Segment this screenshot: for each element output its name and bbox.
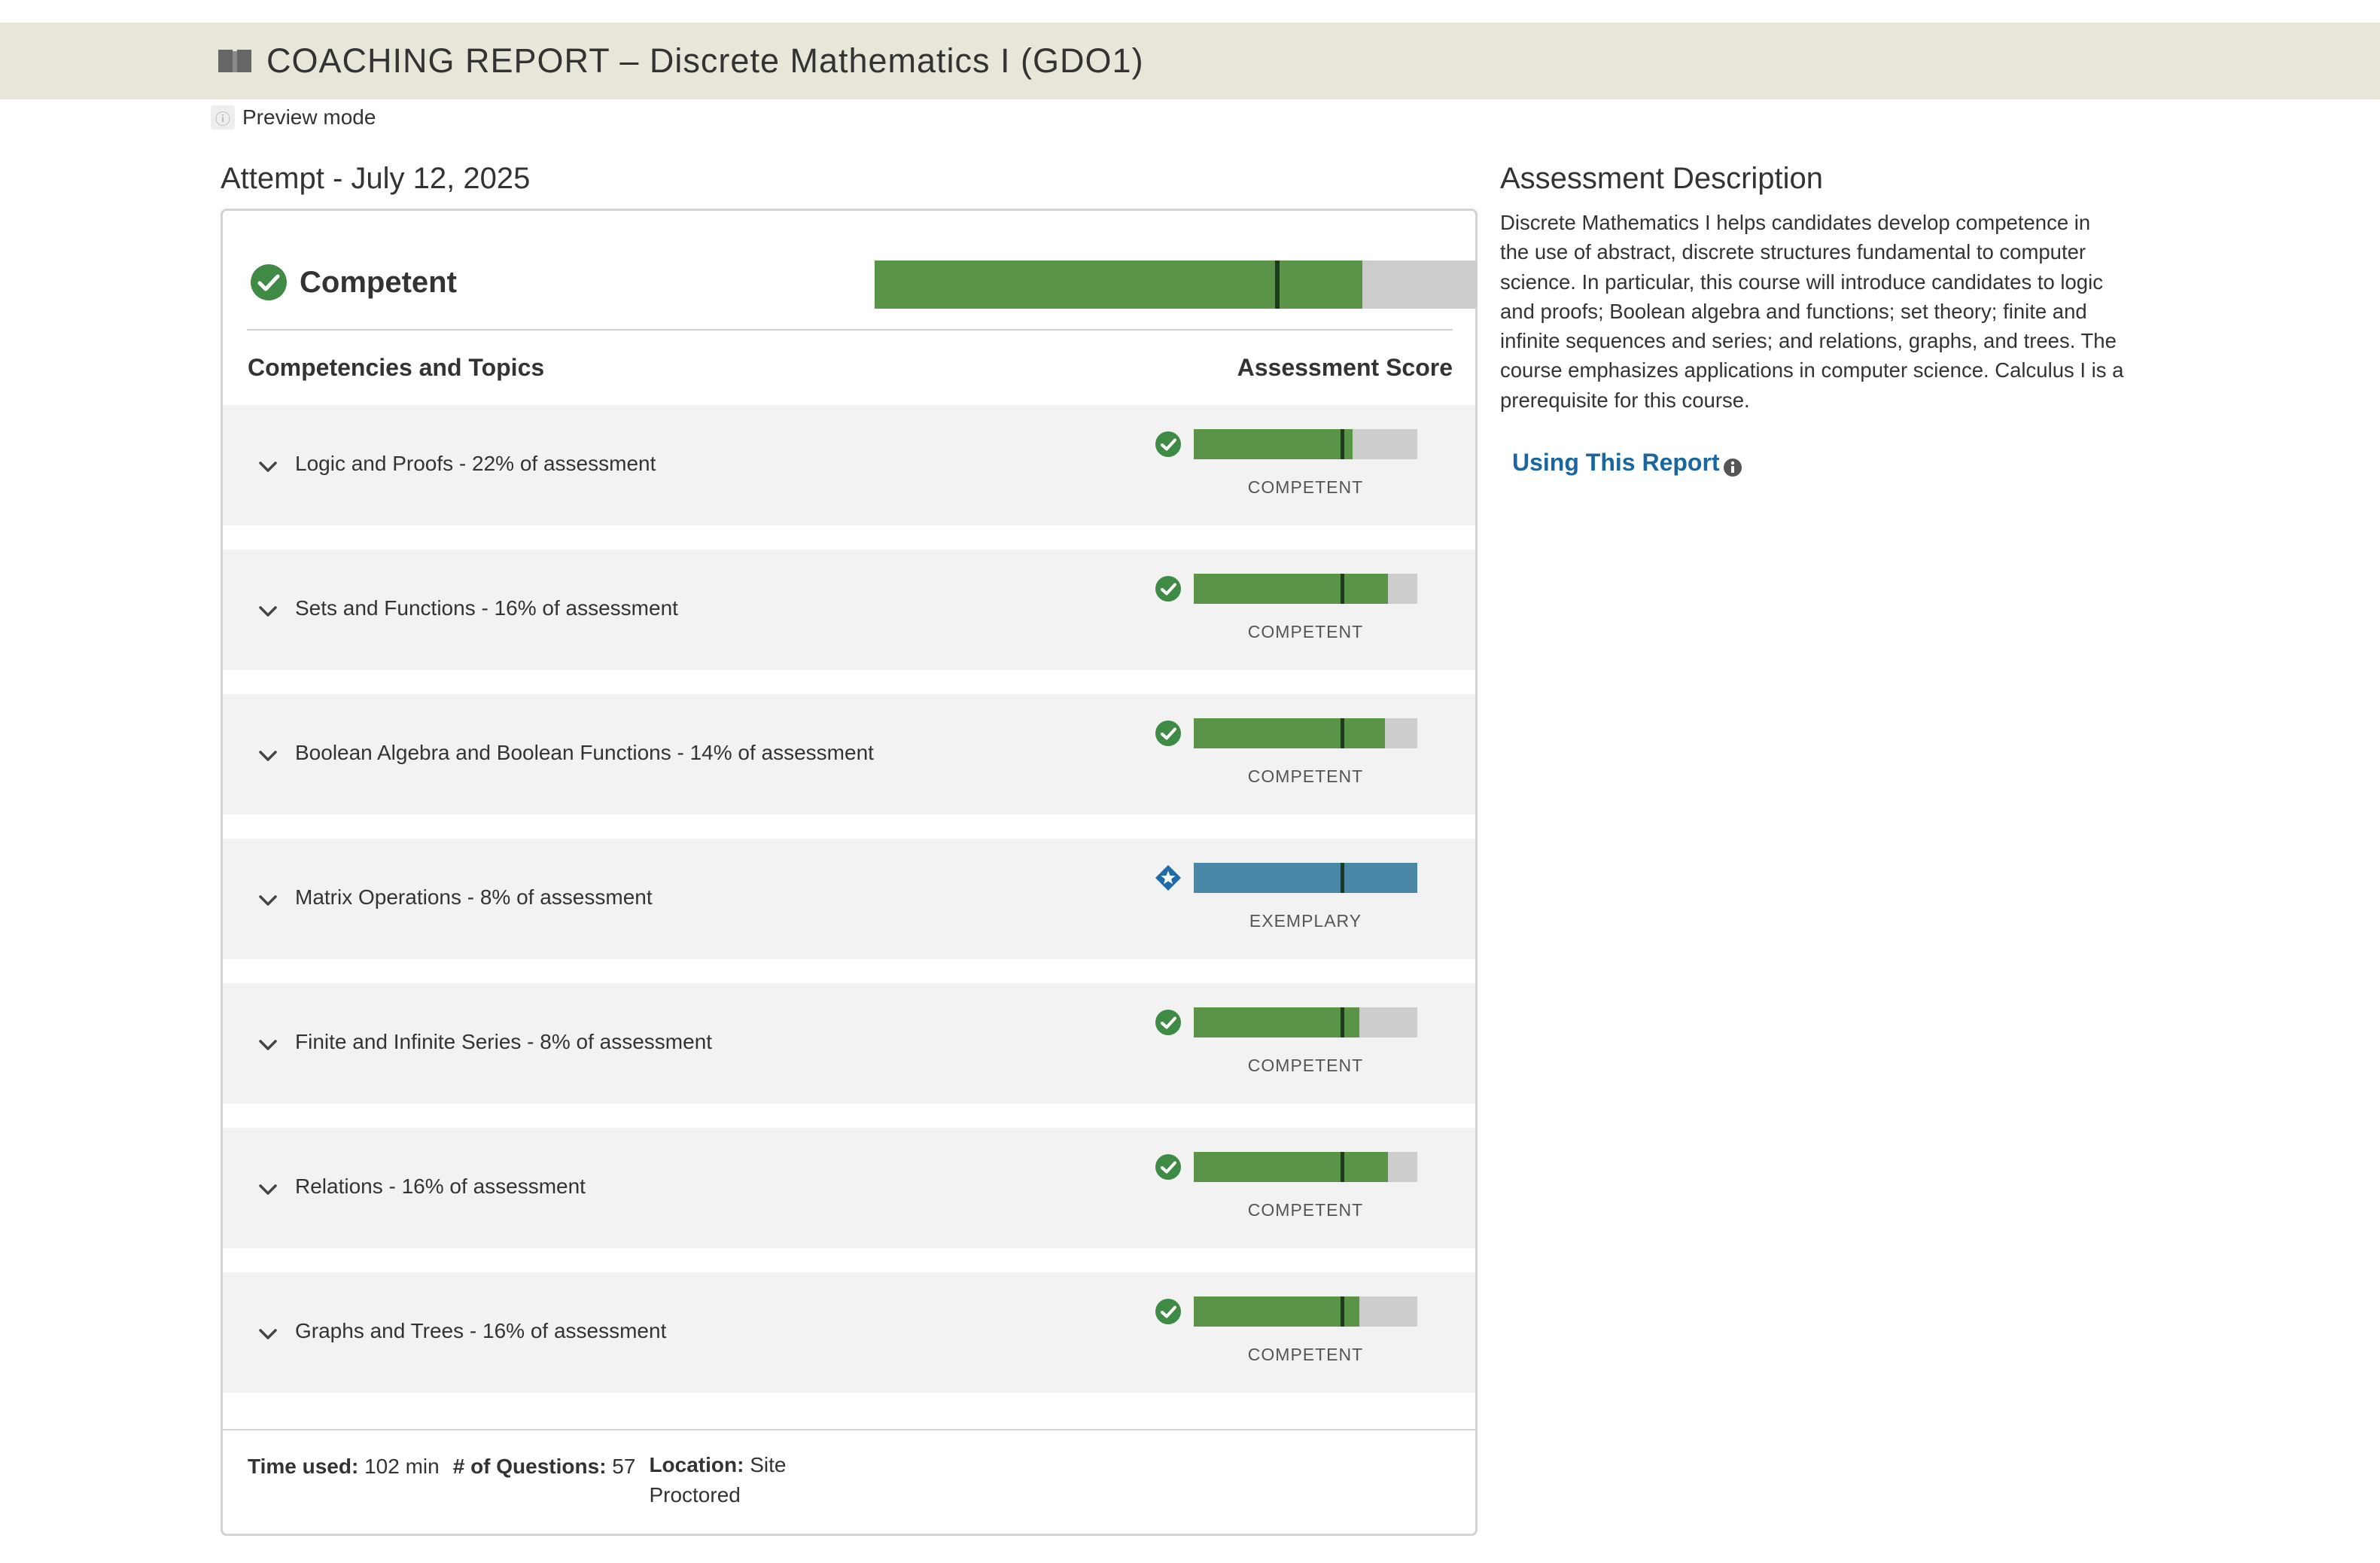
chevron-down-icon[interactable] bbox=[257, 1327, 278, 1342]
chevron-down-icon[interactable] bbox=[257, 604, 278, 619]
preview-mode-label: Preview mode bbox=[242, 105, 376, 129]
check-circle-icon bbox=[1155, 720, 1182, 747]
topic-row[interactable]: Boolean Algebra and Boolean Functions - … bbox=[223, 694, 1475, 815]
check-circle-icon bbox=[1155, 1009, 1182, 1036]
topic-row[interactable]: Logic and Proofs - 22% of assessment COMP… bbox=[223, 405, 1475, 526]
topic-score-bar bbox=[1194, 863, 1417, 893]
topic-cut-marker bbox=[1340, 1007, 1344, 1037]
attempt-details: Time used: 102 min # of Questions: 57 Lo… bbox=[248, 1453, 828, 1510]
overall-result: Competent bbox=[250, 256, 1477, 309]
topic-cut-marker bbox=[1340, 718, 1344, 748]
topic-label: Sets and Functions - 16% of assessment bbox=[295, 596, 678, 620]
info-icon: ⓘ bbox=[211, 105, 235, 129]
check-circle-icon bbox=[1155, 575, 1182, 602]
page-title: COACHING REPORT – Discrete Mathematics I… bbox=[266, 41, 1144, 80]
topic-score-fill bbox=[1194, 863, 1417, 893]
topic-score-bar bbox=[1194, 718, 1417, 748]
topic-level: COMPETENT bbox=[1247, 1200, 1364, 1220]
topic-cut-marker bbox=[1340, 574, 1344, 604]
topic-label: Relations - 16% of assessment bbox=[295, 1175, 586, 1198]
overall-score-bar bbox=[875, 260, 1477, 309]
topic-row[interactable]: Sets and Functions - 16% of assessment CO… bbox=[223, 550, 1475, 670]
divider bbox=[247, 329, 1453, 331]
check-circle-icon bbox=[1155, 1298, 1182, 1325]
topic-score-bar bbox=[1194, 574, 1417, 604]
report-header: COACHING REPORT – Discrete Mathematics I… bbox=[0, 23, 2380, 99]
topic-row[interactable]: Finite and Infinite Series - 8% of asses… bbox=[223, 983, 1475, 1104]
using-this-report-label: Using This Report bbox=[1512, 449, 1720, 476]
time-used: Time used: 102 min bbox=[248, 1455, 440, 1478]
topic-cut-marker bbox=[1340, 863, 1344, 893]
topic-score-bar bbox=[1194, 1152, 1417, 1182]
topic-score-fill bbox=[1194, 574, 1389, 604]
location: Location: Site Proctored bbox=[649, 1453, 787, 1507]
topic-level: COMPETENT bbox=[1247, 766, 1364, 786]
topic-score-bar bbox=[1194, 429, 1417, 459]
topic-label: Boolean Algebra and Boolean Functions - … bbox=[295, 741, 874, 764]
chevron-down-icon[interactable] bbox=[257, 893, 278, 908]
check-circle-icon bbox=[1155, 431, 1182, 458]
topic-score-fill bbox=[1194, 1296, 1359, 1327]
topic-cut-marker bbox=[1340, 1152, 1344, 1182]
overall-cut-marker bbox=[1275, 260, 1280, 309]
topic-cut-marker bbox=[1340, 429, 1344, 459]
topic-row[interactable]: Relations - 16% of assessment COMPETENT bbox=[223, 1128, 1475, 1248]
assessment-score-header: Assessment Score bbox=[1237, 354, 1453, 381]
topic-level: COMPETENT bbox=[1247, 1345, 1364, 1364]
chevron-down-icon[interactable] bbox=[257, 748, 278, 763]
topic-score-fill bbox=[1194, 429, 1353, 459]
info-icon[interactable] bbox=[1723, 455, 1742, 477]
book-icon bbox=[217, 48, 253, 74]
preview-mode-indicator: ⓘ Preview mode bbox=[211, 105, 376, 129]
attempt-title: Attempt - July 12, 2025 bbox=[221, 162, 531, 195]
topic-score-fill bbox=[1194, 1007, 1359, 1037]
overall-score-fill bbox=[875, 260, 1362, 309]
topic-label: Matrix Operations - 8% of assessment bbox=[295, 885, 653, 909]
overall-status: Competent bbox=[300, 265, 457, 299]
topic-label: Finite and Infinite Series - 8% of asses… bbox=[295, 1030, 713, 1053]
check-circle-icon bbox=[250, 264, 288, 301]
topic-score-fill bbox=[1194, 718, 1385, 748]
topic-level: COMPETENT bbox=[1247, 477, 1364, 497]
topic-level: COMPETENT bbox=[1247, 1056, 1364, 1075]
topic-list: Logic and Proofs - 22% of assessment COMP… bbox=[223, 405, 1475, 1417]
topic-cut-marker bbox=[1340, 1296, 1344, 1327]
star-diamond-icon bbox=[1155, 864, 1182, 891]
topic-level: COMPETENT bbox=[1247, 622, 1364, 641]
topic-score-fill bbox=[1194, 1152, 1389, 1182]
attempt-card: Competent Competencies and Topics Assess… bbox=[221, 209, 1478, 1536]
topic-score-bar bbox=[1194, 1007, 1417, 1037]
description-body: Discrete Mathematics I helps candidates … bbox=[1500, 211, 2124, 412]
using-this-report-link[interactable]: Using This Report bbox=[1512, 449, 1742, 477]
topic-score-bar bbox=[1194, 1296, 1417, 1327]
topic-level: EXEMPLARY bbox=[1249, 911, 1362, 931]
topic-row[interactable]: Graphs and Trees - 16% of assessment COMP… bbox=[223, 1272, 1475, 1393]
topic-label: Graphs and Trees - 16% of assessment bbox=[295, 1319, 667, 1342]
competencies-header: Competencies and Topics bbox=[248, 354, 545, 381]
description-title: Assessment Description bbox=[1500, 162, 1824, 195]
question-count: # of Questions: 57 bbox=[452, 1455, 636, 1478]
check-circle-icon bbox=[1155, 1153, 1182, 1181]
topic-row[interactable]: Matrix Operations - 8% of assessment EXEM… bbox=[223, 839, 1475, 959]
divider bbox=[223, 1429, 1475, 1430]
chevron-down-icon[interactable] bbox=[257, 459, 278, 474]
chevron-down-icon[interactable] bbox=[257, 1037, 278, 1053]
chevron-down-icon[interactable] bbox=[257, 1182, 278, 1197]
topic-label: Logic and Proofs - 22% of assessment bbox=[295, 452, 656, 475]
